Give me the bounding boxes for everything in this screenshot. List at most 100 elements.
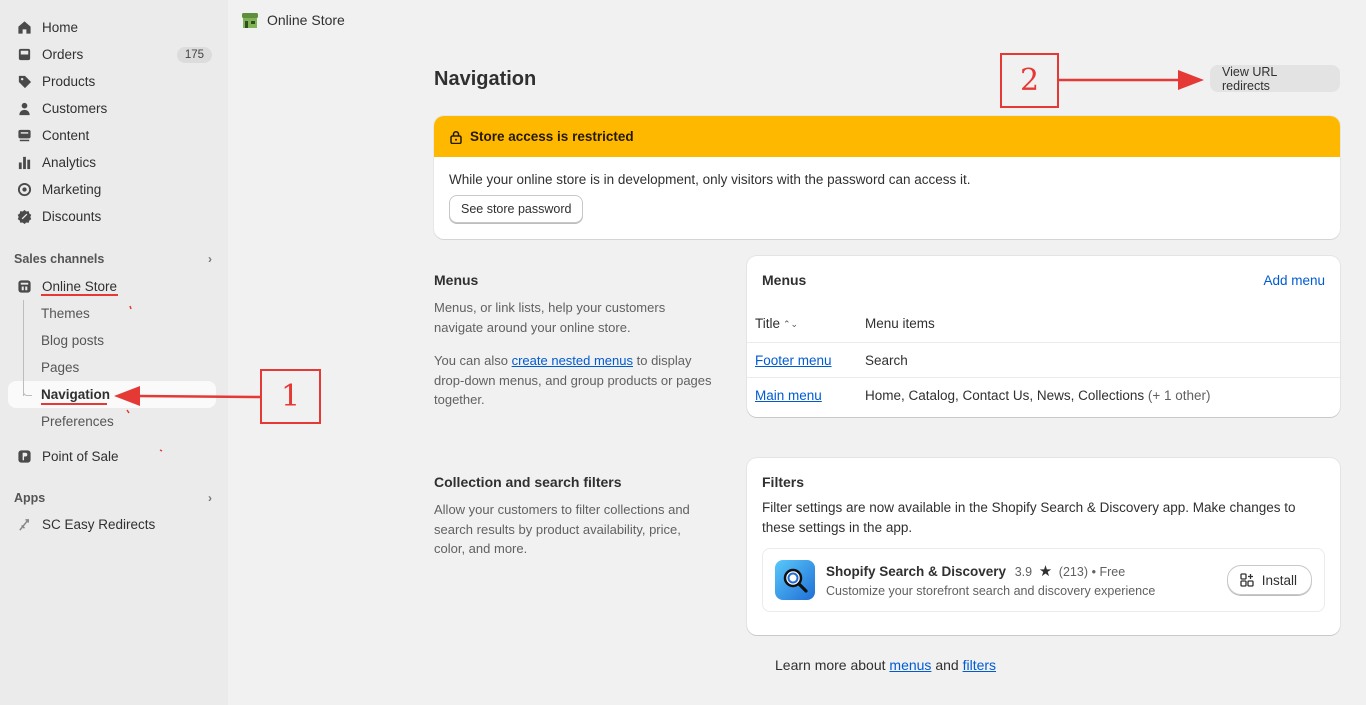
- menus-card-title: Menus: [762, 272, 807, 288]
- menu-items-column-header: Menu items: [865, 315, 935, 331]
- app-description: Customize your storefront search and dis…: [826, 584, 1156, 598]
- inbox-icon: [16, 47, 32, 63]
- star-icon: ★: [1038, 563, 1053, 580]
- sidebar-subitem-label: Blog posts: [41, 333, 105, 348]
- learn-more-middle: and: [931, 657, 963, 673]
- online-store-underline: [41, 294, 118, 296]
- learn-more-text: Learn more about menus and filters: [775, 657, 996, 673]
- filters-section-info: Collection and search filters Allow your…: [434, 474, 709, 573]
- filters-card-desc: Filter settings are now available in the…: [762, 500, 1296, 535]
- sort-icon: ⌃⌄: [783, 318, 799, 329]
- bar-chart-icon: [16, 155, 32, 171]
- banner-body: While your online store is in developmen…: [434, 157, 1340, 238]
- tree-line: [23, 300, 24, 396]
- sales-channels-header[interactable]: Sales channels ›: [0, 246, 228, 272]
- sidebar-item-label: Products: [42, 74, 96, 89]
- redirect-app-icon: [16, 517, 32, 533]
- filters-section-desc: Allow your customers to filter collectio…: [434, 502, 690, 556]
- lock-icon: [450, 130, 462, 144]
- app-price: Free: [1099, 565, 1126, 579]
- menus-section-info: Menus Menus, or link lists, help your cu…: [434, 272, 714, 424]
- install-app-icon: [1240, 573, 1254, 587]
- sidebar-item-customers[interactable]: Customers: [0, 95, 228, 122]
- tag-icon: [16, 74, 32, 90]
- sidebar-item-label: Online Store: [42, 279, 118, 294]
- sidebar-subitem-blog-posts[interactable]: Blog posts: [0, 327, 228, 354]
- sidebar-item-home[interactable]: Home: [0, 14, 228, 41]
- banner-header: Store access is restricted: [434, 116, 1340, 157]
- annotation-box-1: 1: [260, 369, 321, 424]
- sidebar-item-products[interactable]: Products: [0, 68, 228, 95]
- target-icon: [16, 182, 32, 198]
- banner-title: Store access is restricted: [470, 129, 634, 144]
- menus-table-header: Title ⌃⌄ Menu items: [747, 304, 1340, 342]
- app-rating: 3.9: [1014, 565, 1033, 579]
- menu-items-cell: Home, Catalog, Contact Us, News, Collect…: [865, 388, 1340, 403]
- sidebar-subitem-label: Navigation: [41, 387, 111, 402]
- sidebar-item-point-of-sale[interactable]: Point of Sale: [0, 443, 228, 470]
- footer-menu-link[interactable]: Footer menu: [755, 353, 832, 368]
- menus-card: Menus Add menu Title ⌃⌄ Menu items Footer…: [747, 256, 1340, 417]
- store-icon: [16, 279, 32, 295]
- create-nested-menus-link[interactable]: create nested menus: [512, 353, 633, 368]
- navigation-underline: [41, 403, 107, 405]
- sidebar-item-discounts[interactable]: Discounts: [0, 203, 228, 230]
- store-logo-icon: [242, 13, 258, 28]
- sidebar-subitem-label: Themes: [41, 306, 90, 321]
- title-column-header[interactable]: Title ⌃⌄: [747, 316, 865, 331]
- filters-help-link[interactable]: filters: [963, 657, 996, 673]
- tree-elbow: [23, 387, 32, 396]
- home-icon: [16, 20, 32, 36]
- sidebar-item-label: Marketing: [42, 182, 102, 197]
- sales-channels-label: Sales channels: [14, 252, 105, 266]
- discount-icon: [16, 209, 32, 225]
- install-label: Install: [1261, 572, 1297, 588]
- sidebar-item-sc-easy-redirects[interactable]: SC Easy Redirects: [0, 511, 228, 538]
- learn-more-prefix: Learn more about: [775, 657, 890, 673]
- add-menu-link[interactable]: Add menu: [1263, 273, 1325, 288]
- sidebar-subitem-navigation[interactable]: Navigation: [8, 381, 216, 408]
- content-icon: [16, 128, 32, 144]
- pos-icon: [16, 449, 32, 465]
- person-icon: [16, 101, 32, 117]
- sidebar-subitem-themes[interactable]: Themes: [0, 300, 228, 327]
- menus-section-heading: Menus: [434, 272, 479, 288]
- menus-section-desc: Menus, or link lists, help your customer…: [434, 300, 666, 335]
- search-discovery-app-row: Shopify Search & Discovery 3.9 ★ (213) •…: [762, 548, 1325, 612]
- filters-section-heading: Collection and search filters: [434, 474, 622, 490]
- see-store-password-button[interactable]: See store password: [449, 195, 584, 223]
- filters-card: Filters Filter settings are now availabl…: [747, 458, 1340, 635]
- sidebar-item-analytics[interactable]: Analytics: [0, 149, 228, 176]
- sidebar-subitem-pages[interactable]: Pages: [0, 354, 228, 381]
- banner-text: While your online store is in developmen…: [449, 172, 971, 187]
- table-row: Footer menu Search: [747, 342, 1340, 377]
- menus-help-link[interactable]: menus: [889, 657, 931, 673]
- desc-text: You can also: [434, 353, 512, 368]
- sidebar-item-content[interactable]: Content: [0, 122, 228, 149]
- sidebar-item-orders[interactable]: Orders 175: [0, 41, 228, 68]
- chevron-right-icon: ›: [208, 252, 212, 266]
- topbar-title: Online Store: [267, 12, 345, 28]
- filters-card-body: Filter settings are now available in the…: [747, 498, 1340, 627]
- page-title: Navigation: [434, 68, 537, 90]
- search-discovery-app-icon: [775, 560, 815, 600]
- sidebar-item-marketing[interactable]: Marketing: [0, 176, 228, 203]
- install-button[interactable]: Install: [1226, 565, 1312, 595]
- sidebar-item-label: Home: [42, 20, 79, 35]
- app-name[interactable]: Shopify Search & Discovery: [826, 564, 1006, 579]
- menus-card-header: Menus Add menu: [747, 256, 1340, 304]
- sidebar-item-label: SC Easy Redirects: [42, 517, 156, 532]
- table-row: Main menu Home, Catalog, Contact Us, New…: [747, 377, 1340, 412]
- chevron-right-icon: ›: [208, 491, 212, 505]
- sidebar-subitem-label: Pages: [41, 360, 80, 375]
- sidebar-item-label: Orders: [42, 47, 84, 62]
- sidebar-item-label: Customers: [42, 101, 108, 116]
- main-menu-link[interactable]: Main menu: [755, 388, 822, 403]
- sidebar: Home Orders 175 Products Customers Conte…: [0, 0, 228, 705]
- apps-header[interactable]: Apps ›: [0, 485, 228, 511]
- menu-items-cell: Search: [865, 352, 908, 368]
- sidebar-subitem-label: Preferences: [41, 414, 114, 429]
- filters-card-title: Filters: [762, 474, 805, 490]
- view-url-redirects-button[interactable]: View URL redirects: [1210, 65, 1340, 93]
- sidebar-subitem-preferences[interactable]: Preferences: [0, 408, 228, 435]
